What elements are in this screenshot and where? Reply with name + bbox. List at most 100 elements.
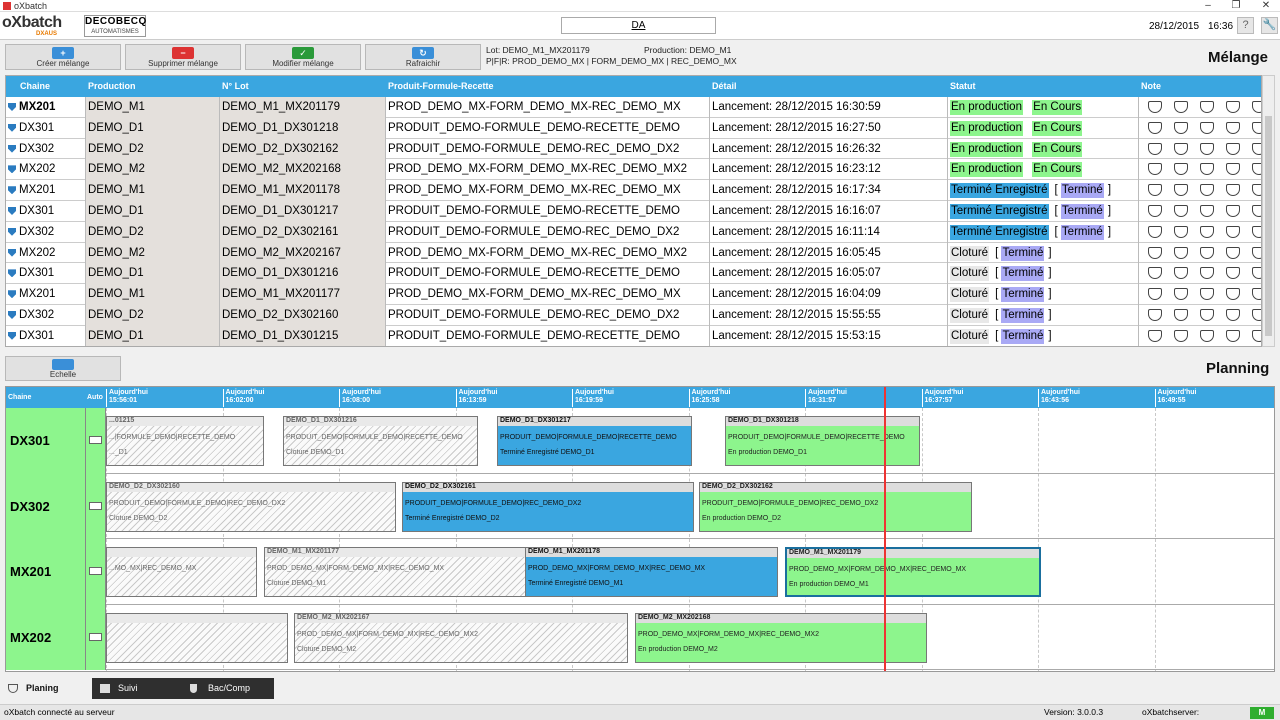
table-row[interactable]: DX301 DEMO_D1 DEMO_D1_DX301218 PRODUIT_DEMO…	[6, 117, 1261, 139]
table-row[interactable]: DX302 DEMO_D2 DEMO_D2_DX302162 PRODUIT_DEMO…	[6, 138, 1261, 160]
note-icon[interactable]	[1252, 142, 1261, 155]
minimize-button[interactable]: –	[1196, 0, 1220, 12]
note-icon[interactable]	[1200, 101, 1214, 113]
note-icon[interactable]	[1148, 225, 1162, 238]
gantt-block[interactable]: DEMO_M1_MX201179 PROD_DEMO_MX|FORM_DEMO_M…	[785, 547, 1041, 597]
col-lot[interactable]: N° Lot	[222, 76, 249, 97]
note-icon[interactable]	[1148, 309, 1162, 321]
create-melange-button[interactable]: + Créer mélange	[5, 44, 121, 70]
restore-button[interactable]: ❐	[1224, 0, 1248, 12]
note-icon[interactable]	[1252, 205, 1261, 217]
col-chaine[interactable]: Chaine	[20, 76, 50, 97]
gantt-block[interactable]: DEMO_D2_DX302161 PRODUIT_DEMO|FORMULE_DEM…	[402, 481, 694, 532]
note-icon[interactable]	[1200, 184, 1214, 197]
gantt-block[interactable]: DEMO_M1_MX201178 PROD_DEMO_MX|FORM_DEMO_M…	[525, 547, 778, 597]
note-icon[interactable]	[1200, 121, 1214, 134]
table-row[interactable]: DX302 DEMO_D2 DEMO_D2_DX302161 PRODUIT_DEMO…	[6, 221, 1261, 243]
gantt-block[interactable]: DEMO_M2_MX202167 PROD_DEMO_MX|FORM_DEMO_M…	[294, 612, 628, 663]
table-row[interactable]: MX202 DEMO_M2 DEMO_M2_MX202168 PROD_DEMO_MX…	[6, 159, 1261, 181]
lane-auto[interactable]	[86, 408, 106, 474]
gantt-block[interactable]: DEMO_M1_MX201177 PROD_DEMO_MX|FORM_DEMO_M…	[264, 547, 526, 597]
note-icon[interactable]	[1174, 267, 1188, 280]
gantt-block[interactable]	[106, 612, 288, 663]
user-field[interactable]: DA	[561, 17, 716, 34]
lane-auto[interactable]	[86, 539, 106, 605]
gantt-block[interactable]: DEMO_D1_DX301218 PRODUIT_DEMO|FORMULE_DEM…	[725, 416, 920, 466]
gantt-block[interactable]: ...MO_MX|REC_DEMO_MX	[106, 547, 257, 597]
note-icon[interactable]	[1200, 163, 1214, 176]
echelle-button[interactable]: Echelle	[5, 356, 121, 381]
note-icon[interactable]	[1252, 163, 1261, 176]
scrollbar-thumb[interactable]	[1265, 116, 1272, 336]
note-icon[interactable]	[1252, 225, 1261, 238]
col-pfr[interactable]: Produit-Formule-Recette	[388, 76, 494, 97]
note-icon[interactable]	[1252, 121, 1261, 134]
col-statut[interactable]: Statut	[950, 76, 976, 97]
delete-melange-button[interactable]: − Supprimer mélange	[125, 44, 241, 70]
close-button[interactable]: ✕	[1254, 0, 1278, 12]
note-icon[interactable]	[1200, 288, 1214, 301]
note-icon[interactable]	[1226, 288, 1240, 301]
gantt-block[interactable]: DEMO_D1_DX301216 PRODUIT_DEMO|FORMULE_DEM…	[283, 416, 478, 466]
gantt-block[interactable]: DEMO_D2_DX302160 PRODUIT_DEMO|FORMULE_DEM…	[106, 481, 396, 532]
table-row[interactable]: DX302 DEMO_D2 DEMO_D2_DX302160 PRODUIT_DEMO…	[6, 305, 1261, 326]
note-icon[interactable]	[1200, 142, 1214, 155]
note-icon[interactable]	[1148, 163, 1162, 176]
note-icon[interactable]	[1226, 267, 1240, 280]
gantt-block[interactable]: DEMO_D1_DX301217 PRODUIT_DEMO|FORMULE_DEM…	[497, 416, 692, 466]
note-icon[interactable]	[1200, 267, 1214, 280]
tab-bac[interactable]: Bac/Comp	[182, 678, 274, 699]
note-icon[interactable]	[1226, 184, 1240, 197]
note-icon[interactable]	[1174, 142, 1188, 155]
col-detail[interactable]: Détail	[712, 76, 737, 97]
gantt-block[interactable]: DEMO_D2_DX302162 PRODUIT_DEMO|FORMULE_DEM…	[699, 481, 972, 532]
lane-auto[interactable]	[86, 604, 106, 670]
table-row[interactable]: DX301 DEMO_D1 DEMO_D1_DX301216 PRODUIT_DEMO…	[6, 263, 1261, 285]
note-icon[interactable]	[1226, 205, 1240, 217]
lane-auto[interactable]	[86, 473, 106, 539]
table-row[interactable]: MX201 DEMO_M1 DEMO_M1_MX201179 PROD_DEMO_MX…	[6, 97, 1261, 118]
gantt-block[interactable]: ...01215 ...|FORMULE_DEMO|RECETTE_DEMO...…	[106, 416, 264, 466]
note-icon[interactable]	[1148, 142, 1162, 155]
help-button[interactable]: ?	[1237, 17, 1254, 34]
note-icon[interactable]	[1252, 246, 1261, 259]
note-icon[interactable]	[1226, 225, 1240, 238]
table-row[interactable]: MX201 DEMO_M1 DEMO_M1_MX201178 PROD_DEMO_MX…	[6, 180, 1261, 201]
note-icon[interactable]	[1252, 288, 1261, 301]
tab-planing[interactable]: Planing	[0, 678, 90, 699]
note-icon[interactable]	[1148, 184, 1162, 197]
note-icon[interactable]	[1174, 184, 1188, 197]
note-icon[interactable]	[1174, 163, 1188, 176]
note-icon[interactable]	[1252, 101, 1261, 113]
col-note[interactable]: Note	[1141, 76, 1161, 97]
note-icon[interactable]	[1252, 184, 1261, 197]
refresh-button[interactable]: ↻ Rafraichir	[365, 44, 481, 70]
note-icon[interactable]	[1174, 225, 1188, 238]
note-icon[interactable]	[1226, 246, 1240, 259]
note-icon[interactable]	[1148, 101, 1162, 113]
table-row[interactable]: MX201 DEMO_M1 DEMO_M1_MX201177 PROD_DEMO_MX…	[6, 284, 1261, 305]
note-icon[interactable]	[1252, 329, 1261, 342]
note-icon[interactable]	[1200, 225, 1214, 238]
settings-button[interactable]: 🔧	[1261, 17, 1278, 34]
note-icon[interactable]	[1174, 246, 1188, 259]
note-icon[interactable]	[1148, 121, 1162, 134]
note-icon[interactable]	[1174, 309, 1188, 321]
note-icon[interactable]	[1252, 267, 1261, 280]
note-icon[interactable]	[1148, 205, 1162, 217]
edit-melange-button[interactable]: ✓ Modifier mélange	[245, 44, 361, 70]
note-icon[interactable]	[1148, 246, 1162, 259]
note-icon[interactable]	[1226, 121, 1240, 134]
table-row[interactable]: DX301 DEMO_D1 DEMO_D1_DX301215 PRODUIT_DEMO…	[6, 325, 1261, 346]
note-icon[interactable]	[1174, 205, 1188, 217]
note-icon[interactable]	[1200, 205, 1214, 217]
note-icon[interactable]	[1174, 101, 1188, 113]
table-scrollbar[interactable]	[1262, 75, 1275, 347]
table-row[interactable]: DX301 DEMO_D1 DEMO_D1_DX301217 PRODUIT_DEMO…	[6, 201, 1261, 222]
note-icon[interactable]	[1200, 309, 1214, 321]
note-icon[interactable]	[1148, 288, 1162, 301]
note-icon[interactable]	[1226, 142, 1240, 155]
note-icon[interactable]	[1226, 309, 1240, 321]
note-icon[interactable]	[1174, 329, 1188, 342]
note-icon[interactable]	[1200, 329, 1214, 342]
